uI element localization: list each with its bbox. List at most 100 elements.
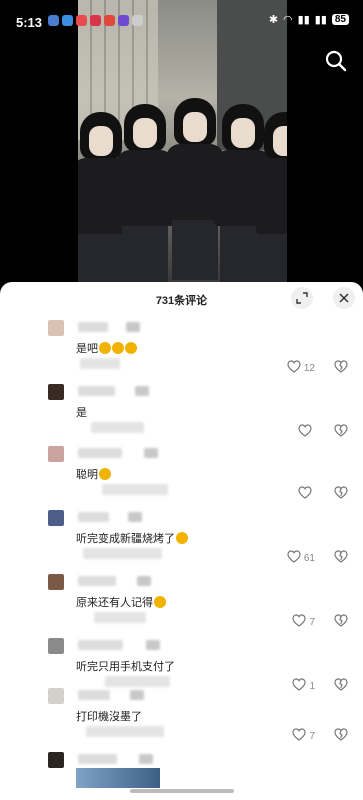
comment-text-content: 打印機沒墨了 [76, 711, 142, 723]
comment-text-content: 是 [76, 407, 87, 419]
blurred-meta [83, 548, 162, 559]
like-count: 12 [303, 362, 315, 374]
blurred-username [126, 322, 140, 332]
heart-icon [287, 550, 301, 566]
person-figure [256, 112, 287, 282]
blurred-username [78, 448, 122, 458]
system-indicators: ✱ ◠ ▮▮ ▮▮ 85 [269, 13, 349, 26]
like-button[interactable] [298, 424, 315, 440]
home-indicator[interactable] [130, 789, 234, 793]
blurred-meta [86, 726, 164, 737]
broken-heart-icon [334, 360, 348, 377]
app-icon [62, 15, 73, 26]
dislike-button[interactable] [334, 424, 348, 442]
comment-text: 打印機沒墨了 [76, 708, 142, 724]
blurred-meta [102, 484, 168, 495]
blurred-username [144, 448, 158, 458]
blurred-username [78, 512, 109, 522]
notification-icons [48, 15, 143, 26]
heart-icon [292, 728, 307, 744]
comment-text: 听完变成新疆烧烤了 [76, 530, 188, 546]
broken-heart-icon [334, 728, 348, 745]
status-time: 5:13 [16, 15, 43, 30]
comment-item[interactable]: 聪明 [0, 444, 363, 504]
expand-button[interactable] [291, 287, 313, 309]
blurred-username [135, 386, 149, 396]
blurred-meta [80, 358, 120, 369]
broken-heart-icon [334, 550, 348, 567]
avatar[interactable] [48, 638, 64, 654]
broken-heart-icon [334, 486, 348, 503]
comment-text-content: 听完只用手机支付了 [76, 661, 175, 673]
emoji-icon [112, 342, 124, 354]
avatar[interactable] [48, 384, 64, 400]
blurred-meta [91, 422, 144, 433]
app-icon [76, 15, 87, 26]
comment-item[interactable]: 听完变成新疆烧烤了 61 [0, 508, 363, 568]
like-button[interactable]: 7 [292, 728, 315, 744]
comment-text-content: 听完变成新疆烧烤了 [76, 533, 175, 545]
blurred-username [146, 640, 160, 650]
avatar[interactable] [48, 446, 64, 462]
comment-item[interactable]: 原来还有人记得 7 [0, 572, 363, 632]
emoji-icon [154, 596, 166, 608]
signal-icon: ▮▮ [297, 14, 310, 26]
like-count: 61 [303, 552, 315, 564]
dislike-button[interactable] [334, 360, 348, 378]
emoji-icon [125, 342, 137, 354]
sheet-header: 731条评论 [0, 282, 363, 312]
like-count: 7 [309, 730, 315, 742]
avatar[interactable] [48, 688, 64, 704]
comment-text-content: 原来还有人记得 [76, 597, 153, 609]
comment-text-content: 是吧 [76, 343, 98, 355]
heart-icon [292, 614, 307, 630]
comment-text: 原来还有人记得 [76, 594, 166, 610]
dislike-button[interactable] [334, 614, 348, 632]
like-button[interactable]: 12 [287, 360, 315, 376]
blurred-meta [94, 612, 146, 623]
search-icon[interactable] [325, 50, 347, 72]
comment-text: 聪明 [76, 466, 111, 482]
blurred-username [130, 690, 144, 700]
comment-text: 是 [76, 404, 87, 420]
like-count: 7 [309, 616, 315, 628]
app-icon [104, 15, 115, 26]
avatar[interactable] [48, 574, 64, 590]
blurred-username [137, 576, 151, 586]
comment-item[interactable]: 打印機沒墨了 7 [0, 686, 363, 746]
comment-item[interactable]: 是吧 12 [0, 318, 363, 378]
heart-icon [298, 424, 312, 440]
blurred-username [78, 690, 110, 700]
wifi-icon: ◠ [283, 14, 293, 26]
blurred-username [128, 512, 142, 522]
signal-icon: ▮▮ [314, 14, 327, 26]
dislike-button[interactable] [334, 486, 348, 504]
close-icon [339, 293, 349, 303]
app-icon [48, 15, 59, 26]
heart-icon [298, 486, 312, 502]
status-bar: 5:13 ✱ ◠ ▮▮ ▮▮ 85 [0, 0, 363, 44]
avatar[interactable] [48, 752, 64, 768]
blurred-username [78, 754, 117, 764]
like-button[interactable]: 61 [287, 550, 315, 566]
like-button[interactable] [298, 486, 315, 502]
blurred-username [139, 754, 153, 764]
blurred-username [78, 322, 108, 332]
close-button[interactable] [333, 287, 355, 309]
dislike-button[interactable] [334, 728, 348, 746]
heart-icon [287, 360, 301, 376]
avatar[interactable] [48, 320, 64, 336]
battery-level: 85 [331, 14, 349, 25]
app-icon [90, 15, 101, 26]
emoji-icon [176, 532, 188, 544]
expand-icon [296, 292, 308, 304]
comment-item[interactable]: 是 [0, 382, 363, 442]
emoji-icon [99, 342, 111, 354]
dislike-button[interactable] [334, 550, 348, 568]
like-button[interactable]: 7 [292, 614, 315, 630]
blurred-username [78, 640, 123, 650]
avatar[interactable] [48, 510, 64, 526]
broken-heart-icon [334, 614, 348, 631]
comment-image-thumbnail[interactable] [76, 768, 160, 788]
comment-text-content: 聪明 [76, 469, 98, 481]
